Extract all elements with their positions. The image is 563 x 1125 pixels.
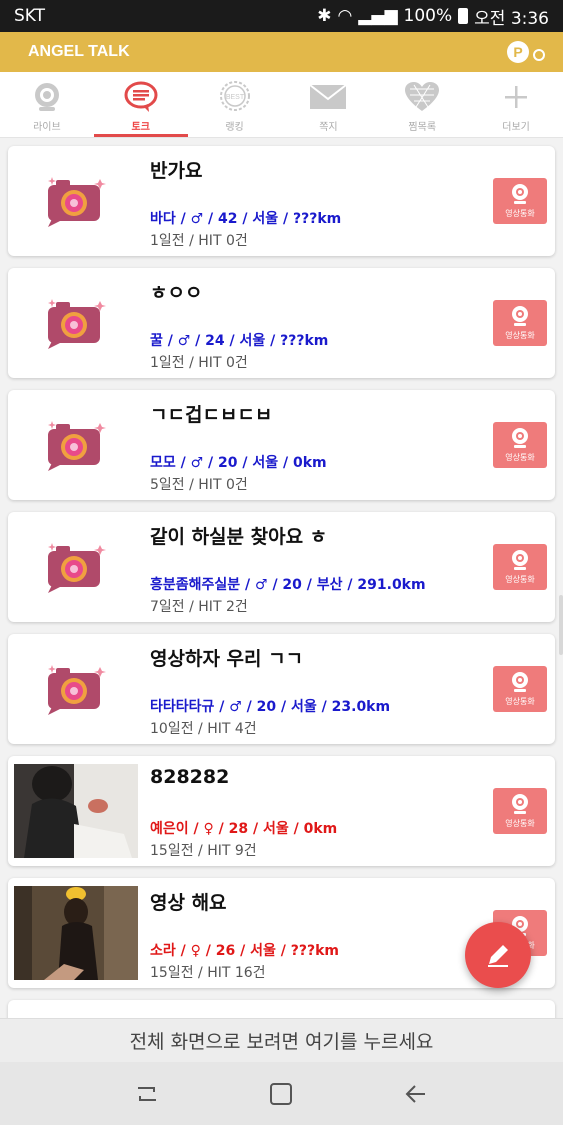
tab-label: 더보기: [502, 122, 530, 133]
webcam-icon: [512, 428, 528, 448]
video-call-button[interactable]: 영상통화: [493, 544, 547, 590]
tab-label: 찜목록: [408, 122, 437, 133]
list-item[interactable]: 영상하자 우리 ㄱㄱ 타타타타규 / ♂ / 20 / 서울 / 23.0km …: [8, 634, 555, 744]
point-icon[interactable]: P: [507, 41, 529, 63]
battery-percent: 100%: [403, 6, 453, 26]
camera-icon: [14, 154, 138, 248]
post-stats: 15일전 / HIT 16건: [150, 965, 266, 981]
video-call-button[interactable]: 영상통화: [493, 178, 547, 224]
tab-label: 라이브: [33, 122, 61, 133]
status-bar: SKT ✱ ◠ ▂▄▆ 100% 오전 3:36: [0, 0, 563, 32]
tab-favorites[interactable]: 찜목록: [375, 72, 469, 137]
webcam-icon: [512, 794, 528, 814]
video-call-label: 영상통화: [505, 819, 535, 828]
post-title: ㅎㅇㅇ: [150, 282, 203, 304]
post-meta: 타타타타규 / ♂ / 20 / 서울 / 23.0km: [150, 699, 391, 715]
post-title: 반가요: [150, 160, 203, 182]
battery-icon: [458, 8, 469, 24]
video-call-label: 영상통화: [505, 575, 535, 584]
webcam-icon: [512, 672, 528, 692]
plus-icon: [503, 80, 529, 114]
recent-apps-icon: [138, 1086, 157, 1101]
webcam-icon: [512, 306, 528, 326]
post-title: 영상하자 우리 ㄱㄱ: [150, 648, 304, 670]
wifi-icon: ◠: [337, 6, 353, 26]
scrollbar[interactable]: [559, 595, 563, 655]
tab-label: 토크: [131, 122, 150, 133]
post-stats: 1일전 / HIT 0건: [150, 355, 248, 371]
signal-icon: ▂▄▆: [358, 6, 398, 26]
back-arrow-icon: [405, 1084, 425, 1103]
list-item[interactable]: 같이 하실분 찾아요 ㅎ 흥분좀해주실분 / ♂ / 20 / 부산 / 291…: [8, 512, 555, 622]
list-item[interactable]: ㄱㄷ겁ㄷㅂㄷㅂ 모모 / ♂ / 20 / 서울 / 0km 5일전 / HIT…: [8, 390, 555, 500]
tab-bar: 라이브 토크 BEST 랭킹 쪽지 찜목록 더보기: [0, 72, 563, 138]
camera-icon: [14, 276, 138, 370]
post-title: ㄱㄷ겁ㄷㅂㄷㅂ: [150, 404, 273, 426]
app-bar: ANGEL TALK P: [0, 32, 563, 72]
post-meta: 소라 / ♀ / 26 / 서울 / ???km: [150, 943, 339, 959]
video-call-button[interactable]: 영상통화: [493, 300, 547, 346]
envelope-icon: [309, 80, 348, 114]
camera-icon: [14, 398, 138, 492]
tab-more[interactable]: 더보기: [469, 72, 563, 137]
svg-text:BEST: BEST: [225, 94, 244, 101]
post-stats: 7일전 / HIT 2건: [150, 599, 248, 615]
post-meta: 예은이 / ♀ / 28 / 서울 / 0km: [150, 821, 338, 837]
chat-bubble-icon: [123, 80, 159, 114]
camera-icon: [14, 520, 138, 614]
webcam-icon: [30, 80, 64, 114]
home-icon: [270, 1082, 293, 1105]
webcam-icon: [512, 184, 528, 204]
point-dot-icon: [533, 49, 545, 61]
best-medal-icon: BEST: [218, 80, 252, 114]
tab-messages[interactable]: 쪽지: [281, 72, 375, 137]
list-item[interactable]: 반가요 바다 / ♂ / 42 / 서울 / ???km 1일전 / HIT 0…: [8, 146, 555, 256]
post-stats: 5일전 / HIT 0건: [150, 477, 248, 493]
post-title: 828282: [150, 766, 230, 788]
post-title: 같이 하실분 찾아요 ㅎ: [150, 526, 328, 548]
heart-icon: [404, 80, 440, 114]
post-stats: 10일전 / HIT 4건: [150, 721, 257, 737]
tab-ranking[interactable]: BEST 랭킹: [188, 72, 282, 137]
recent-apps-button[interactable]: [127, 1074, 167, 1114]
video-call-label: 영상통화: [505, 209, 535, 218]
list-item[interactable]: 828282 예은이 / ♀ / 28 / 서울 / 0km 15일전 / HI…: [8, 756, 555, 866]
app-title: ANGEL TALK: [28, 43, 130, 60]
tab-talk[interactable]: 토크: [93, 72, 188, 137]
post-stats: 15일전 / HIT 9건: [150, 843, 257, 859]
video-call-label: 영상통화: [505, 453, 535, 462]
tab-live[interactable]: 라이브: [0, 72, 94, 137]
video-call-label: 영상통화: [505, 331, 535, 340]
webcam-icon: [512, 550, 528, 570]
home-button[interactable]: [261, 1074, 301, 1114]
list-item[interactable]: ㅎㅇㅇ 꿀 / ♂ / 24 / 서울 / ???km 1일전 / HIT 0건…: [8, 268, 555, 378]
post-meta: 흥분좀해주실분 / ♂ / 20 / 부산 / 291.0km: [150, 577, 426, 593]
post-meta: 꿀 / ♂ / 24 / 서울 / ???km: [150, 333, 329, 349]
list-item[interactable]: [8, 1000, 555, 1018]
pencil-icon: [488, 945, 508, 967]
profile-photo: [14, 764, 138, 858]
camera-icon: [14, 642, 138, 736]
fullscreen-prompt[interactable]: 전체 화면으로 보려면 여기를 누르세요: [0, 1018, 563, 1062]
post-title: 영상 해요: [150, 892, 227, 914]
bluetooth-icon: ✱: [317, 6, 332, 26]
carrier-label: SKT: [14, 6, 46, 26]
profile-photo: [14, 886, 138, 980]
write-post-button[interactable]: [465, 922, 531, 988]
clock: 오전 3:36: [474, 8, 549, 29]
system-nav-bar: [0, 1062, 563, 1125]
video-call-button[interactable]: 영상통화: [493, 788, 547, 834]
back-button[interactable]: [396, 1074, 436, 1114]
post-list[interactable]: 반가요 바다 / ♂ / 42 / 서울 / ???km 1일전 / HIT 0…: [0, 138, 563, 1018]
tab-label: 랭킹: [225, 122, 244, 133]
post-meta: 모모 / ♂ / 20 / 서울 / 0km: [150, 455, 327, 471]
tab-label: 쪽지: [319, 122, 338, 133]
post-meta: 바다 / ♂ / 42 / 서울 / ???km: [150, 211, 342, 227]
video-call-button[interactable]: 영상통화: [493, 422, 547, 468]
video-call-button[interactable]: 영상통화: [493, 666, 547, 712]
post-stats: 1일전 / HIT 0건: [150, 233, 248, 249]
video-call-label: 영상통화: [505, 697, 535, 706]
